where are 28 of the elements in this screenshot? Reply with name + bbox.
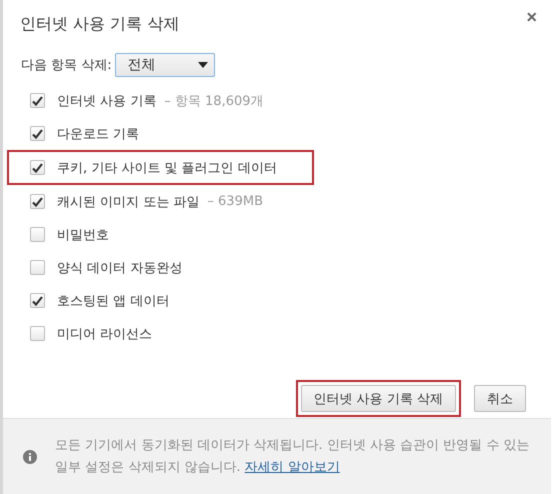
- close-button[interactable]: ×: [526, 8, 537, 26]
- option-label: 다운로드 기록: [57, 126, 140, 142]
- checkbox[interactable]: [30, 160, 45, 175]
- caret-icon: [198, 62, 208, 68]
- option-label: 양식 데이터 자동완성: [57, 260, 182, 276]
- clear-data-button[interactable]: 인터넷 사용 기록 삭제: [300, 385, 456, 412]
- checkbox[interactable]: [30, 260, 45, 275]
- checkbox[interactable]: [30, 126, 45, 141]
- checkbox[interactable]: [30, 227, 45, 242]
- option-detail: – 항목 18,609개: [164, 92, 264, 110]
- time-range-dropdown[interactable]: 전체: [114, 53, 215, 77]
- option-label: 쿠키, 기타 사이트 및 플러그인 데이터: [57, 160, 277, 176]
- checkbox[interactable]: [30, 326, 45, 341]
- option-label: 캐시된 이미지 또는 파일: [57, 194, 200, 210]
- option-label: 호스팅된 앱 데이터: [57, 292, 170, 310]
- sync-notice: 모든 기기에서 동기화된 데이터가 삭제됩니다. 인터넷 사용 습관이 반영될 수 있는 일부 설정은 삭제되지 않습니다. 자세히 알아보기: [55, 436, 530, 476]
- dialog-title: 인터넷 사용 기록 삭제: [20, 13, 180, 35]
- info-icon: [23, 450, 37, 464]
- option-label: 비밀번호: [57, 226, 109, 244]
- cancel-button[interactable]: 취소: [474, 385, 526, 412]
- option-detail: – 639MB: [207, 194, 263, 209]
- option-label: 미디어 라이선스: [57, 326, 152, 342]
- range-label: 다음 항목 삭제:: [21, 57, 112, 74]
- checkbox[interactable]: [30, 194, 45, 209]
- option-label: 인터넷 사용 기록: [57, 92, 156, 110]
- checkbox[interactable]: [30, 293, 45, 308]
- checkbox[interactable]: [30, 93, 45, 108]
- learn-more-link[interactable]: 자세히 알아보기: [244, 460, 340, 474]
